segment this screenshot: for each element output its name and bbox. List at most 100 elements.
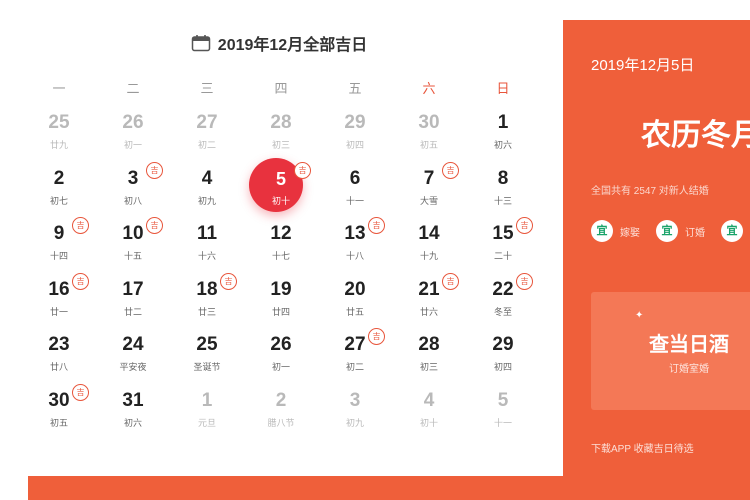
day-cell[interactable]: 28 初三: [244, 108, 318, 164]
day-cell[interactable]: 8 十三: [466, 164, 540, 220]
day-number: 22: [492, 278, 514, 300]
day-lunar-label: 二十: [493, 251, 512, 262]
day-cell[interactable]: 26 初一: [244, 330, 318, 386]
suitable-icon: 宜: [591, 220, 613, 242]
day-cell[interactable]: 29 初四: [466, 330, 540, 386]
day-lunar-label: 初四: [493, 362, 512, 373]
auspicious-badge: 吉: [368, 328, 385, 346]
day-cell[interactable]: 1 初六: [466, 108, 540, 164]
calendar-day-grid: 25 廿九 26 初一 27 初二 28 初三 29 初四 30 初五 1 初六 2 初七 3 初八吉 4 初九 5 初十…: [22, 108, 540, 442]
day-cell[interactable]: 3 初九: [318, 386, 392, 442]
day-lunar-label: 初五: [49, 417, 68, 428]
day-cell[interactable]: 15 二十 吉: [466, 217, 540, 275]
day-cell[interactable]: 30 初五 吉: [22, 383, 96, 442]
day-lunar-label: 廿一: [49, 306, 68, 317]
day-lunar-label: 圣诞节: [193, 362, 221, 373]
day-cell[interactable]: 14 十九: [392, 219, 466, 275]
day-lunar-label: 初二: [197, 140, 216, 150]
check-venue-card[interactable]: ✦ 查当日酒 订婚室婚: [591, 292, 750, 410]
day-cell[interactable]: 1 元旦: [170, 386, 244, 442]
day-cell[interactable]: 13 十八 吉: [318, 217, 392, 275]
day-cell[interactable]: 30 初五: [392, 108, 466, 164]
activity-tag: 宜嫁娶: [591, 220, 640, 242]
day-lunar-label: 初八: [123, 195, 142, 206]
auspicious-badge: 吉: [220, 272, 237, 290]
day-lunar-label: 廿八: [49, 362, 68, 373]
auspicious-badge: 吉: [72, 383, 89, 401]
day-number: 16: [48, 278, 70, 300]
day-cell[interactable]: 29 初四: [318, 108, 392, 164]
day-number: 30: [418, 112, 440, 133]
day-cell[interactable]: 11 十六: [170, 219, 244, 275]
day-cell[interactable]: 17 廿二: [96, 275, 170, 331]
day-cell[interactable]: 28 初三: [392, 330, 466, 386]
day-number: 21: [418, 278, 440, 300]
check-venue-title: 查当日酒: [649, 334, 729, 356]
day-cell[interactable]: 5 十一: [466, 386, 540, 442]
day-number: 5: [275, 168, 286, 189]
selected-day-panel: 2019年12月5日 农历冬月 全国共有 2547 对新人结婚 宜嫁娶宜订婚宜 …: [563, 20, 750, 476]
calendar-title: 2019年12月全部吉日: [217, 37, 368, 54]
day-cell[interactable]: 7 大雪 吉: [392, 161, 466, 220]
day-cell[interactable]: 27 初二: [170, 108, 244, 164]
day-number: 12: [270, 223, 292, 245]
suitable-icon: 宜: [721, 220, 743, 242]
auspicious-badge: 吉: [146, 161, 163, 179]
day-number: 3: [349, 389, 361, 411]
day-cell[interactable]: 18 廿三 吉: [170, 272, 244, 331]
weekday-label: 日: [496, 81, 510, 96]
day-cell[interactable]: 20 廿五: [318, 275, 392, 331]
weekday-label: 五: [348, 81, 362, 96]
day-cell[interactable]: 3 初八 吉: [96, 161, 170, 220]
day-number: 30: [48, 389, 70, 411]
day-cell[interactable]: 21 廿六 吉: [392, 272, 466, 331]
calendar-header: 2019年12月全部吉日: [0, 26, 558, 60]
day-cell[interactable]: 22 冬至 吉: [466, 272, 540, 331]
day-number: 25: [48, 112, 70, 133]
day-cell[interactable]: 19 廿四: [244, 275, 318, 331]
day-number: 29: [492, 334, 514, 356]
day-cell[interactable]: 2 腊八节: [244, 386, 318, 442]
weekday-label: 六: [422, 81, 436, 96]
day-cell[interactable]: 2 初七: [22, 164, 96, 220]
day-number: 15: [492, 223, 514, 245]
auspicious-badge: 吉: [442, 161, 459, 179]
day-number: 20: [344, 278, 366, 300]
download-app-link[interactable]: 下载APP 收藏吉日待选: [591, 440, 694, 455]
day-cell[interactable]: 27 初二 吉: [318, 328, 392, 386]
day-cell[interactable]: 26 初一: [96, 108, 170, 164]
day-lunar-label: 初一: [271, 362, 290, 373]
day-cell[interactable]: 4 初九: [170, 164, 244, 220]
day-cell-today[interactable]: 5 初十 吉: [244, 157, 318, 220]
day-number: 13: [344, 223, 366, 245]
day-cell[interactable]: 24 平安夜: [96, 330, 170, 386]
day-lunar-label: 初五: [419, 140, 438, 150]
day-number: 19: [270, 278, 292, 300]
day-cell[interactable]: 23 廿八: [22, 330, 96, 386]
auspicious-badge: 吉: [294, 161, 311, 179]
suitable-icon: 宜: [656, 220, 678, 242]
day-lunar-label: 十一: [345, 195, 364, 206]
day-number: 17: [122, 278, 144, 300]
day-cell[interactable]: 9 十四 吉: [22, 217, 96, 275]
day-cell[interactable]: 12 十七: [244, 219, 318, 275]
selected-date: 2019年12月5日: [591, 57, 695, 74]
suitable-activities: 宜嫁娶宜订婚宜: [591, 220, 750, 242]
day-lunar-label: 十五: [123, 251, 142, 262]
day-cell[interactable]: 25 圣诞节: [170, 330, 244, 386]
day-cell[interactable]: 31 初六: [96, 386, 170, 442]
day-number: 11: [196, 223, 218, 245]
day-cell[interactable]: 10 十五 吉: [96, 217, 170, 275]
day-cell[interactable]: 16 廿一 吉: [22, 272, 96, 331]
day-lunar-label: 十八: [345, 251, 364, 262]
auspicious-badge: 吉: [516, 272, 533, 290]
day-lunar-label: 廿四: [271, 306, 290, 317]
day-cell[interactable]: 4 初十: [392, 386, 466, 442]
calendar-card: 2019年12月全部吉日 一二三四五六日 25 廿九 26 初一 27 初二 28 初三 29 初…: [0, 0, 558, 476]
check-venue-subtitle: 订婚室婚: [669, 364, 709, 375]
day-lunar-label: 十九: [419, 251, 438, 262]
day-cell[interactable]: 6 十一: [318, 164, 392, 220]
day-lunar-label: 初七: [49, 195, 68, 206]
day-cell[interactable]: 25 廿九: [22, 108, 96, 164]
day-lunar-label: 平安夜: [119, 362, 147, 373]
